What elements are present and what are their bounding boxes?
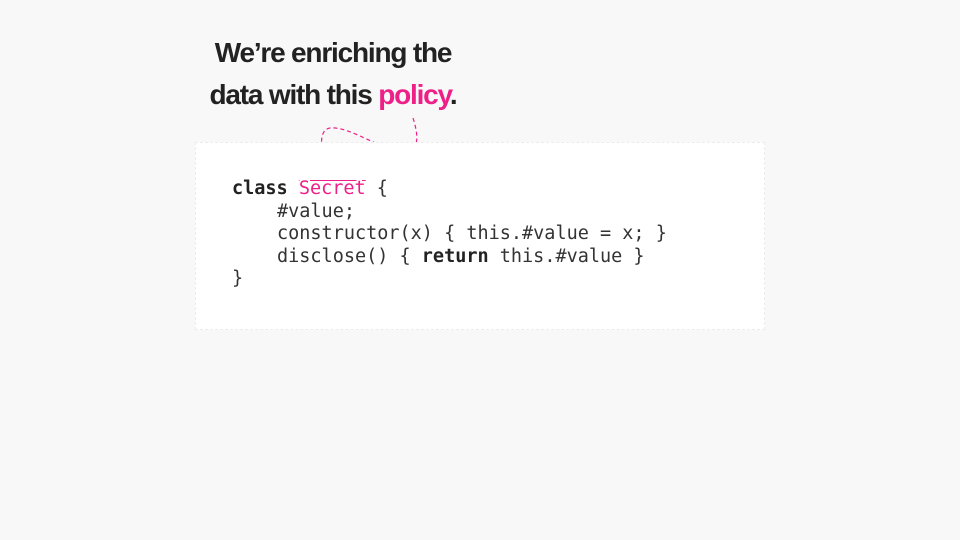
slide-headline: We’re enriching the data with this polic…	[196, 32, 470, 116]
code-line-1: class Secret {	[232, 178, 667, 201]
code-line-1-rest: {	[365, 178, 388, 199]
code-line-4-pre: disclose() {	[277, 245, 422, 267]
keyword-return: return	[421, 245, 489, 267]
headline-accent-word: policy	[378, 79, 451, 110]
keyword-class: class	[232, 178, 288, 199]
headline-line-2-prefix: data with this	[209, 79, 379, 110]
headline-line-1: We’re enriching the	[214, 37, 453, 68]
code-line-4: disclose() { return this.#value }	[232, 246, 667, 269]
code-line-5-text: }	[232, 268, 244, 290]
code-line-3: constructor(x) { this.#value = x; }	[232, 223, 667, 246]
headline-line-2-suffix: .	[449, 79, 458, 110]
code-line-3-text: constructor(x) { this.#value = x; }	[277, 223, 667, 245]
class-name-secret: Secret	[298, 178, 366, 199]
code-line-5: }	[232, 268, 667, 291]
code-line-2-text: #value;	[277, 200, 355, 222]
code-line-4-post: this.#value }	[488, 245, 645, 267]
headline-line-2: data with this policy.	[196, 74, 470, 116]
code-block: class Secret {#value; constructor(x) { th…	[232, 178, 667, 291]
code-line-2: #value;	[232, 201, 667, 224]
